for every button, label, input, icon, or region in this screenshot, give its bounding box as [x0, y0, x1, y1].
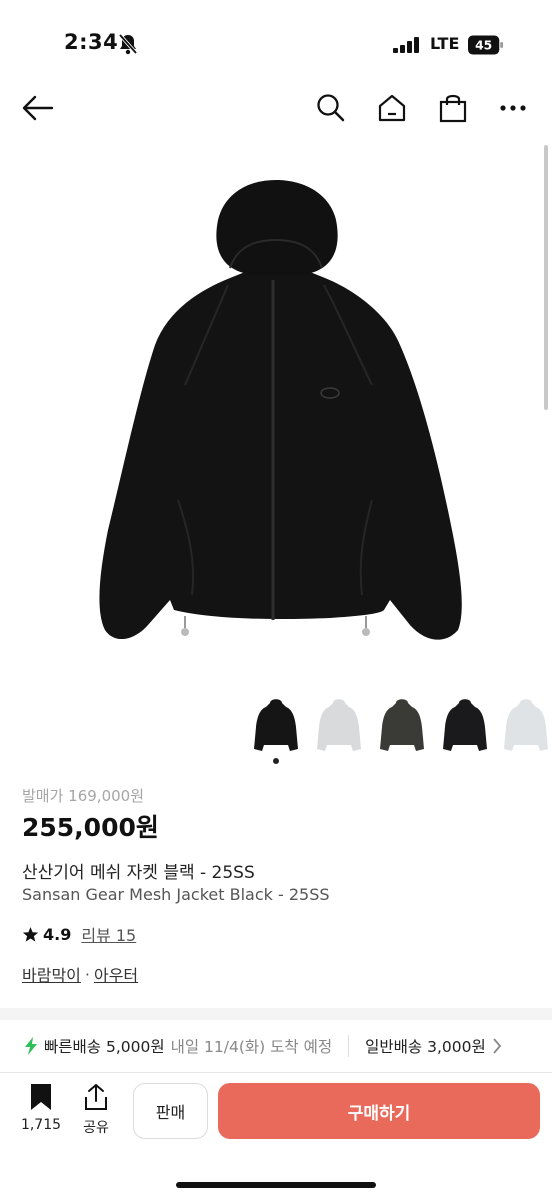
shipping-options[interactable]: 빠른배송 5,000원 내일 11/4(화) 도착 예정 일반배송 3,000원 — [0, 1020, 552, 1072]
product-name-korean: 산산기어 메쉬 자켓 블랙 - 25SS — [22, 863, 255, 883]
bolt-icon — [25, 1037, 37, 1055]
shopping-bag-button[interactable] — [431, 86, 475, 130]
bookmark-button[interactable]: 1,715 — [17, 1083, 65, 1133]
product-name-english: Sansan Gear Mesh Jacket Black - 25SS — [22, 885, 330, 904]
color-thumbnail-3[interactable] — [376, 695, 428, 757]
color-thumbnail-2[interactable] — [313, 695, 365, 757]
fast-shipping-eta: 내일 11/4(화) 도착 예정 — [170, 1038, 333, 1056]
search-button[interactable] — [309, 86, 353, 130]
normal-shipping[interactable]: 일반배송 3,000원 — [365, 1035, 502, 1057]
more-button[interactable] — [491, 86, 535, 130]
current-price: 255,000원 — [22, 813, 159, 842]
category-separator: · — [84, 964, 90, 984]
fast-shipping-label: 빠른배송 5,000원 — [44, 1038, 165, 1056]
bookmark-icon — [31, 1084, 51, 1110]
section-divider — [0, 1008, 552, 1020]
product-image[interactable] — [0, 140, 552, 690]
home-indicator — [176, 1182, 376, 1188]
color-thumbnail-1[interactable] — [250, 695, 302, 757]
color-thumbnail-4[interactable] — [439, 695, 491, 757]
normal-shipping-label: 일반배송 3,000원 — [365, 1038, 486, 1056]
star-icon — [22, 926, 39, 942]
home-button[interactable] — [370, 86, 414, 130]
scroll-indicator — [544, 145, 548, 410]
shipping-divider — [348, 1035, 350, 1057]
reviews-link[interactable]: 리뷰 15 — [81, 922, 136, 946]
buy-button[interactable]: 구매하기 — [218, 1083, 540, 1139]
rating-row: 4.9 리뷰 15 — [22, 922, 136, 946]
color-thumbnail-5[interactable] — [500, 695, 552, 757]
original-price: 발매가 169,000원 — [22, 787, 144, 805]
battery-level: 45 — [475, 39, 492, 53]
category-link-windbreaker[interactable]: 바람막이 — [22, 962, 81, 986]
status-time: 2:34 — [64, 30, 119, 54]
fast-shipping[interactable]: 빠른배송 5,000원 내일 11/4(화) 도착 예정 — [24, 1035, 332, 1057]
battery-icon: 45 — [468, 35, 504, 55]
sell-button[interactable]: 판매 — [133, 1083, 208, 1139]
signal-icon — [393, 37, 419, 53]
jacket-image — [99, 180, 462, 640]
back-button[interactable] — [16, 86, 60, 130]
chevron-right-icon — [493, 1038, 501, 1054]
bottom-bar-border — [0, 1072, 552, 1073]
category-link-outer[interactable]: 아우터 — [94, 962, 138, 986]
share-icon — [85, 1084, 107, 1110]
bell-slash-icon — [118, 33, 138, 55]
back-arrow-icon — [22, 95, 54, 121]
share-label: 공유 — [83, 1120, 109, 1136]
category-row: 바람막이 · 아우터 — [22, 962, 138, 986]
share-button[interactable]: 공유 — [72, 1083, 120, 1137]
home-icon — [378, 94, 406, 122]
search-icon — [317, 94, 345, 122]
network-label: LTE — [430, 34, 460, 53]
shopping-bag-icon — [439, 94, 467, 123]
rating-value: 4.9 — [43, 924, 72, 944]
bookmark-count: 1,715 — [20, 1117, 62, 1133]
selected-thumbnail-indicator — [273, 758, 279, 764]
more-icon — [500, 105, 526, 111]
